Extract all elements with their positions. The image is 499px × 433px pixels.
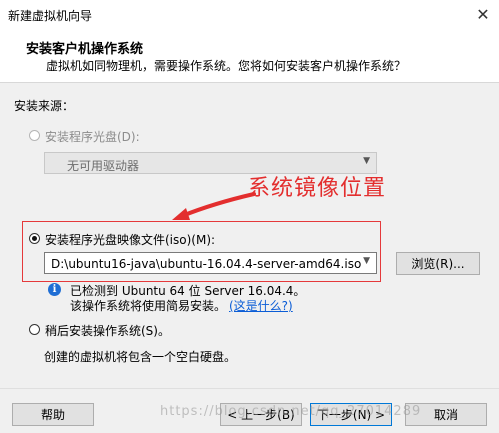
annotation-text: 系统镜像位置 (248, 176, 387, 201)
whats-this-link[interactable]: (这是什么?) (229, 297, 293, 314)
annotation-arrow-icon (172, 192, 256, 220)
watermark: https://blog.csdn.net/qq_27014289 (160, 404, 422, 419)
source-label: 安装来源： (14, 99, 75, 113)
later-option-description: 创建的虚拟机将包含一个空白硬盘。 (44, 350, 237, 364)
page-subtitle: 虚拟机如同物理机，需要操作系统。您将如何安装客户机操作系统？ (46, 59, 407, 73)
chevron-down-icon: ▼ (363, 156, 370, 166)
title-bar: 新建虚拟机向导 ✕ (0, 0, 499, 30)
browse-button[interactable]: 浏览(R)... (396, 252, 480, 275)
window-title: 新建虚拟机向导 (8, 9, 93, 23)
wizard-header: 安装客户机操作系统 虚拟机如同物理机，需要操作系统。您将如何安装客户机操作系统？ (0, 30, 499, 83)
iso-path-value: D:\ubuntu16-java\ubuntu-16.04.4-server-a… (51, 257, 362, 271)
help-button[interactable]: 帮助 (12, 403, 94, 426)
drive-select-value: 无可用驱动器 (67, 159, 140, 173)
close-icon[interactable]: ✕ (470, 3, 496, 25)
later-radio[interactable] (29, 324, 40, 335)
later-option-label: 稍后安装操作系统(S)。 (45, 324, 170, 338)
info-icon: i (48, 283, 61, 296)
iso-path-select[interactable]: D:\ubuntu16-java\ubuntu-16.04.4-server-a… (44, 252, 377, 274)
disc-option-label: 安装程序光盘(D): (45, 130, 140, 144)
easy-install-text: 该操作系统将使用简易安装。 (70, 299, 227, 313)
page-title: 安装客户机操作系统 (26, 42, 144, 57)
chevron-down-icon[interactable]: ▼ (363, 256, 370, 266)
disc-radio[interactable] (29, 130, 40, 141)
iso-radio[interactable] (29, 233, 40, 244)
iso-option-label: 安装程序光盘映像文件(iso)(M): (45, 233, 216, 247)
